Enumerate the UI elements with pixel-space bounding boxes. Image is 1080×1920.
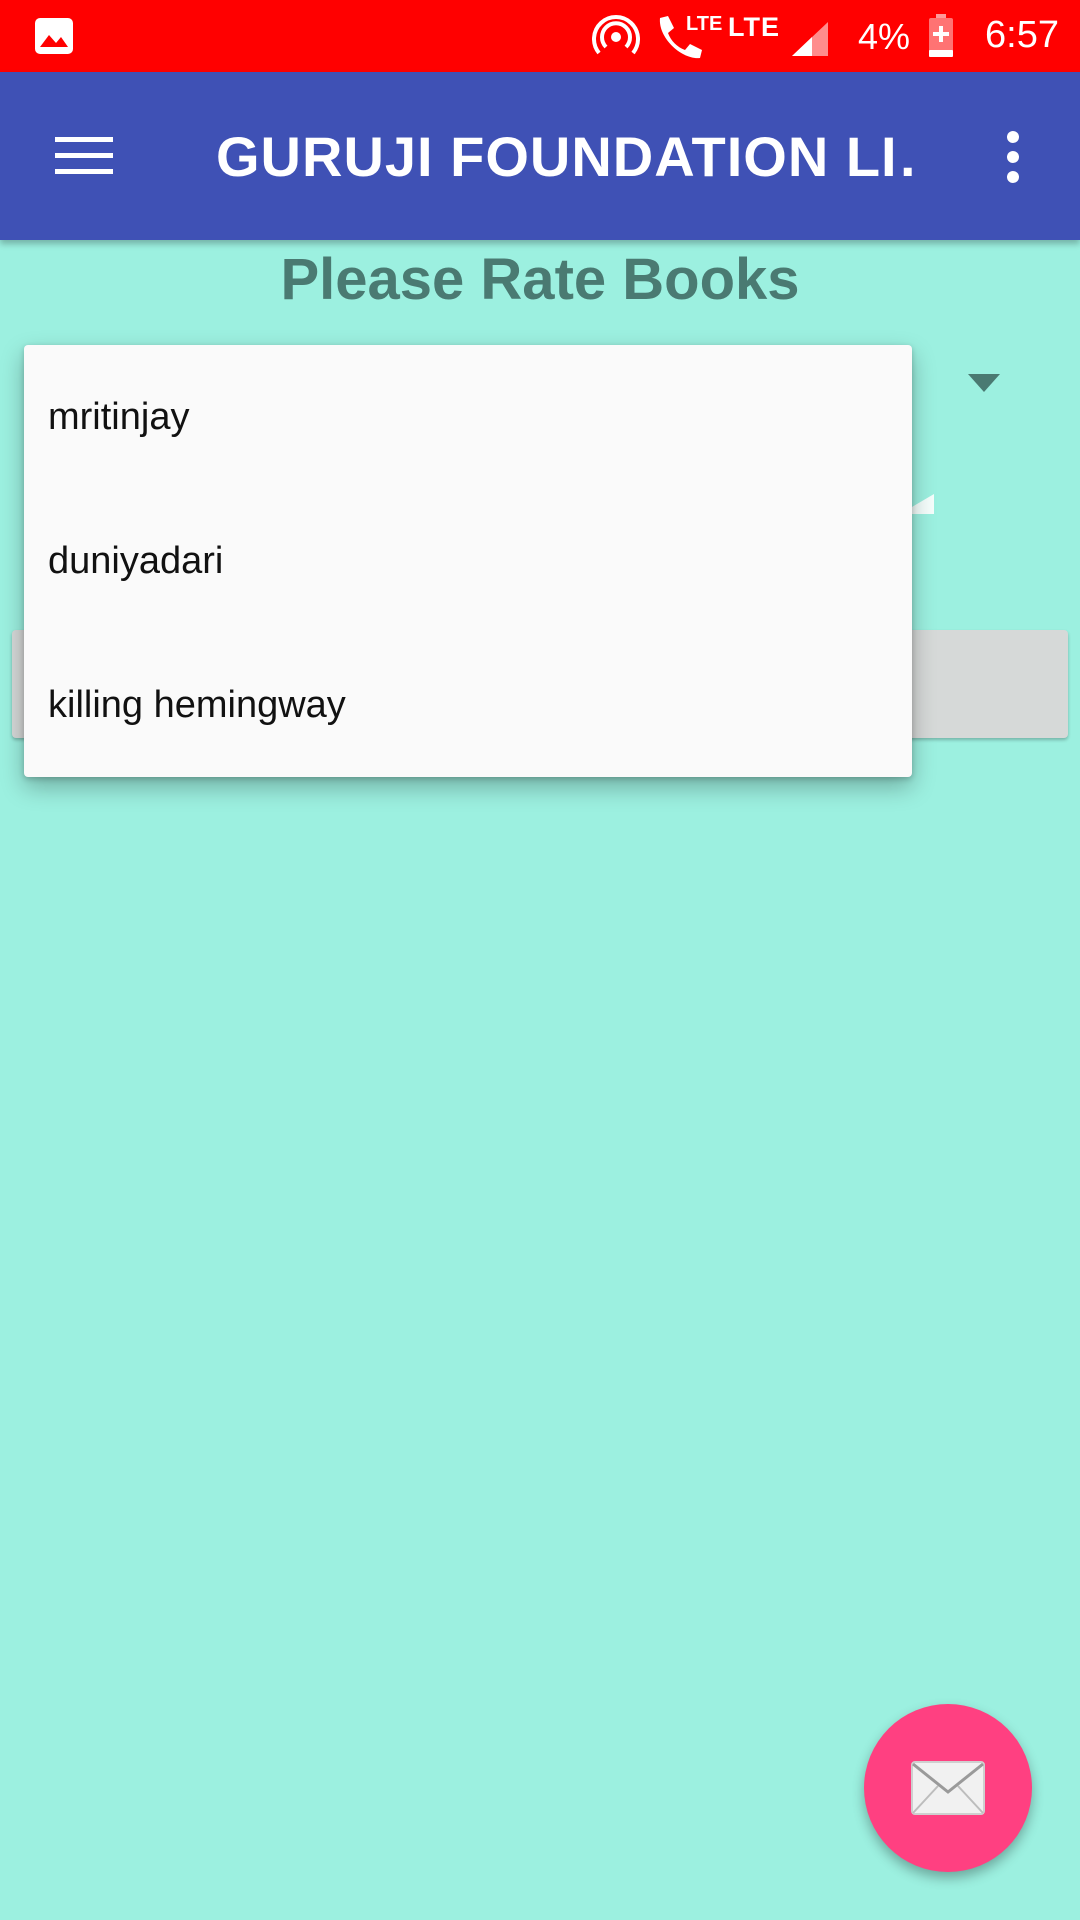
network-type-label: LTE bbox=[728, 12, 780, 42]
status-bar: LTE LTE 4% 6:57 bbox=[0, 0, 1080, 72]
signal-icon bbox=[792, 22, 828, 56]
navigation-menu-button[interactable] bbox=[38, 110, 130, 202]
envelope-icon bbox=[911, 1761, 985, 1815]
gallery-icon bbox=[35, 18, 73, 54]
hamburger-menu-icon bbox=[55, 137, 113, 174]
dropdown-arrow-icon[interactable] bbox=[968, 374, 1000, 392]
clock: 6:57 bbox=[985, 14, 1059, 56]
app-bar: GURUJI FOUNDATION LI… bbox=[0, 72, 1080, 240]
dropdown-option[interactable]: duniyadari bbox=[24, 489, 912, 633]
book-dropdown-list: mritinjay duniyadari killing hemingway bbox=[24, 345, 912, 777]
app-title: GURUJI FOUNDATION LI… bbox=[216, 125, 916, 188]
email-fab[interactable] bbox=[864, 1704, 1032, 1872]
battery-charging-icon bbox=[929, 14, 953, 57]
overflow-menu-button[interactable] bbox=[990, 112, 1036, 202]
overflow-menu-icon bbox=[1007, 131, 1019, 183]
dropdown-option[interactable]: killing hemingway bbox=[24, 633, 912, 777]
call-lte-label: LTE bbox=[686, 13, 723, 35]
dropdown-option[interactable]: mritinjay bbox=[24, 345, 912, 489]
page-heading: Please Rate Books bbox=[280, 247, 800, 312]
hotspot-icon bbox=[592, 15, 640, 55]
battery-percentage: 4% bbox=[858, 16, 911, 57]
